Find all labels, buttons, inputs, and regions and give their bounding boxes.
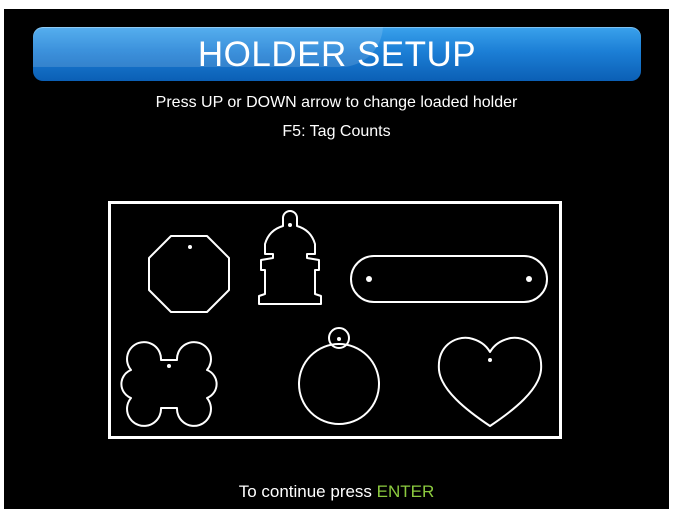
heart-tag-icon [437,336,543,427]
circle-tag-icon [298,327,380,425]
enter-key-label: ENTER [376,482,435,501]
octagon-tag-icon [148,235,230,313]
page-title: HOLDER SETUP [197,35,477,74]
fire-hydrant-tag-icon [258,210,322,305]
instruction-arrows: Press UP or DOWN arrow to change loaded … [155,94,518,111]
bone-tag-icon [120,341,218,427]
title-bar: HOLDER SETUP [33,27,641,81]
continue-prompt: To continue press ENTER [4,482,669,502]
continue-text: To continue press [238,482,372,501]
holder-preview [108,201,562,439]
holder-setup-screen: HOLDER SETUP Press UP or DOWN arrow to c… [4,9,669,509]
holder-shapes [120,210,548,427]
instruction-tag-counts: F5: Tag Counts [282,123,391,140]
bar-tag-icon [350,255,548,303]
